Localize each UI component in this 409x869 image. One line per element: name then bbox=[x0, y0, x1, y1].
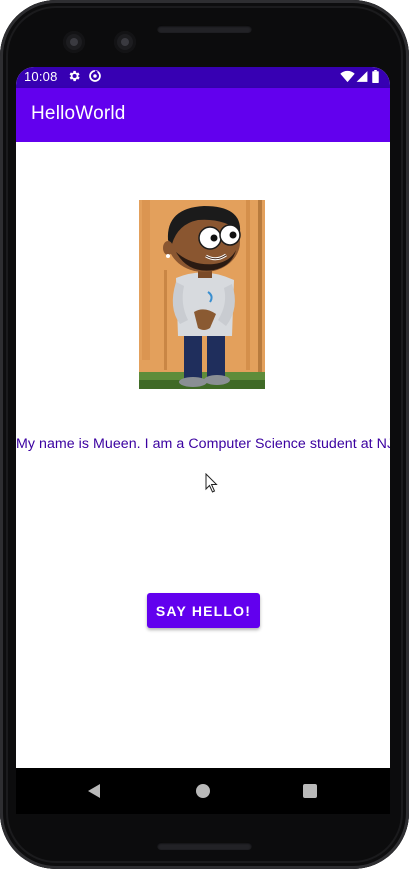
app-title: HelloWorld bbox=[31, 103, 126, 124]
main-content: My name is Mueen. I am a Computer Scienc… bbox=[16, 142, 390, 768]
recents-icon[interactable] bbox=[303, 784, 317, 798]
status-time: 10:08 bbox=[24, 69, 58, 84]
avatar-image bbox=[106, 200, 302, 390]
intro-text: My name is Mueen. I am a Computer Scienc… bbox=[16, 436, 390, 452]
say-hello-button[interactable]: SAY HELLO! bbox=[147, 593, 260, 628]
home-icon[interactable] bbox=[196, 784, 210, 798]
gear-icon bbox=[69, 70, 80, 82]
front-camera-icon bbox=[63, 31, 85, 53]
mouse-pointer-icon bbox=[205, 473, 218, 493]
cartoon-avatar-icon bbox=[139, 200, 265, 389]
sensor-icon bbox=[114, 31, 136, 53]
sync-icon bbox=[89, 70, 101, 82]
bottom-speaker bbox=[157, 842, 252, 850]
status-bar: 10:08 bbox=[16, 67, 390, 88]
battery-icon bbox=[372, 70, 379, 83]
app-bar: HelloWorld bbox=[16, 88, 390, 142]
navigation-bar bbox=[16, 768, 390, 814]
top-speaker bbox=[157, 25, 252, 33]
signal-icon bbox=[356, 71, 368, 82]
device-screen: 10:08 HelloWorld My name is Mueen. I am … bbox=[16, 67, 390, 768]
back-icon[interactable] bbox=[87, 783, 101, 799]
wifi-icon bbox=[340, 70, 355, 83]
